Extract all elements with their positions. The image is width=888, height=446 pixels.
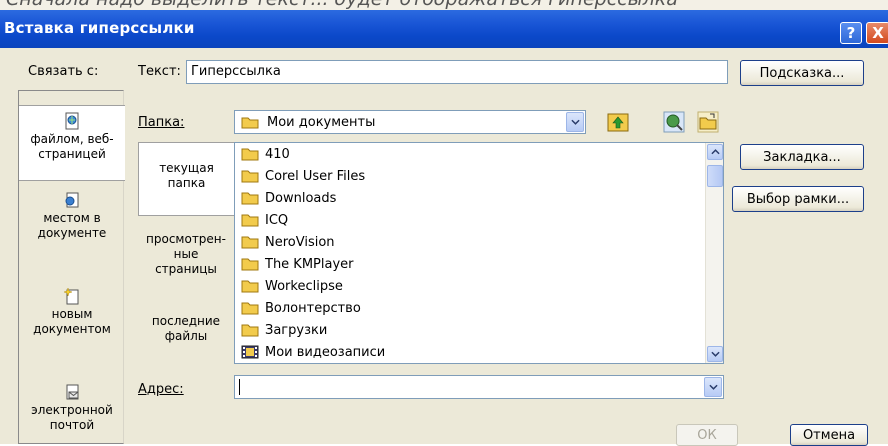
- file-name: NeroVision: [265, 234, 335, 250]
- link-to-place-in-document-label: местом в документе: [37, 211, 107, 240]
- folder-up-icon: [607, 113, 629, 132]
- tooltip-button[interactable]: Подсказка...: [740, 60, 864, 86]
- address-combo[interactable]: [234, 375, 724, 399]
- link-to-new-document-label: новым документом: [33, 307, 111, 336]
- email-icon: [66, 384, 79, 400]
- place-current-folder-label: текущая папка: [159, 161, 214, 190]
- folder-icon: [241, 148, 259, 161]
- chevron-down-icon: [708, 384, 718, 390]
- folder-icon: [241, 236, 259, 249]
- browse-web-icon: [663, 111, 685, 133]
- place-current-folder[interactable]: текущая папка: [138, 142, 234, 216]
- up-one-folder-button[interactable]: [606, 110, 630, 134]
- file-name: Corel User Files: [265, 168, 366, 184]
- folder-label: Папка:: [138, 115, 185, 130]
- folder-value: Мои документы: [267, 114, 376, 130]
- place-recent-files-label: последние файлы: [151, 314, 221, 343]
- open-folder-icon: [697, 111, 719, 133]
- bookmark-button[interactable]: Закладка...: [740, 144, 864, 170]
- place-browsed-pages[interactable]: просмотрен-ные страницы: [138, 232, 234, 292]
- file-name: Загрузки: [265, 322, 328, 338]
- scroll-up-button[interactable]: [707, 144, 723, 160]
- folder-combo[interactable]: Мои документы: [234, 110, 586, 134]
- places-bar: текущая папка просмотрен-ные страницы по…: [138, 142, 234, 360]
- ok-button[interactable]: ОК: [676, 424, 738, 446]
- list-item[interactable]: Волонтерство: [241, 297, 361, 319]
- link-to-email[interactable]: электронной почтой: [19, 383, 125, 443]
- text-field[interactable]: Гиперссылка: [186, 60, 728, 84]
- web-page-icon: [65, 112, 79, 130]
- folder-icon: [241, 214, 259, 227]
- text-label: Текст:: [138, 64, 181, 79]
- list-item[interactable]: Мои видеозаписи: [241, 341, 385, 363]
- ok-button-label: ОК: [697, 427, 717, 443]
- title-bar[interactable]: Вставка гиперссылки ? X: [0, 10, 888, 48]
- link-to-web-page-label: файлом, веб-страницей: [30, 132, 114, 161]
- link-to-web-page[interactable]: файлом, веб-страницей: [19, 105, 125, 181]
- target-frame-button-label: Выбор рамки...: [746, 191, 850, 207]
- file-name: Downloads: [265, 190, 337, 206]
- tooltip-button-label: Подсказка...: [759, 65, 845, 81]
- folder-icon: [241, 192, 259, 205]
- bookmark-button-label: Закладка...: [763, 149, 841, 165]
- address-dropdown-button[interactable]: [704, 377, 722, 397]
- background-caption-strip: Сначала надо выделить текст... будет ото…: [0, 0, 888, 10]
- cancel-button-label: Отмена: [802, 427, 856, 443]
- folder-icon: [241, 324, 259, 337]
- list-item[interactable]: The KMPlayer: [241, 253, 354, 275]
- new-document-icon: [63, 287, 79, 305]
- link-to-new-document[interactable]: новым документом: [19, 287, 125, 347]
- list-item[interactable]: ICQ: [241, 209, 288, 231]
- folder-icon: [241, 280, 259, 293]
- close-button[interactable]: X: [866, 22, 888, 44]
- place-browsed-pages-label: просмотрен-ные страницы: [146, 232, 226, 276]
- list-item[interactable]: NeroVision: [241, 231, 335, 253]
- file-name: Волонтерство: [265, 300, 361, 316]
- link-to-email-label: электронной почтой: [31, 403, 113, 432]
- file-name: ICQ: [265, 212, 289, 228]
- target-frame-button[interactable]: Выбор рамки...: [732, 186, 864, 212]
- file-name: Мои видеозаписи: [265, 344, 386, 360]
- link-to-bar: файлом, веб-страницей местом в документе…: [18, 90, 125, 444]
- folder-icon: [241, 117, 259, 129]
- address-value: [239, 379, 240, 395]
- list-item[interactable]: Workeclipse: [241, 275, 343, 297]
- chevron-up-icon: [710, 149, 720, 155]
- browse-file-button[interactable]: [696, 110, 720, 134]
- window-title: Вставка гиперссылки: [4, 19, 195, 37]
- file-name: The KMPlayer: [265, 256, 354, 272]
- scroll-down-button[interactable]: [707, 346, 723, 362]
- video-folder-icon: [241, 345, 259, 359]
- chevron-down-icon: [570, 119, 580, 125]
- link-to-label: Связать с:: [28, 64, 99, 79]
- chevron-down-icon: [710, 351, 720, 357]
- place-recent-files[interactable]: последние файлы: [138, 314, 234, 360]
- list-item[interactable]: 410: [241, 143, 290, 165]
- file-list[interactable]: 410 Corel User Files Downloads ICQ NeroV…: [234, 142, 724, 364]
- help-icon: ?: [846, 24, 856, 42]
- link-to-place-in-document[interactable]: местом в документе: [19, 191, 125, 251]
- close-icon: X: [872, 24, 884, 42]
- folder-dropdown-button[interactable]: [566, 112, 584, 132]
- list-item[interactable]: Загрузки: [241, 319, 327, 341]
- file-name: Workeclipse: [265, 278, 343, 294]
- folder-icon: [241, 302, 259, 315]
- cancel-button[interactable]: Отмена: [790, 424, 868, 446]
- list-item[interactable]: Downloads: [241, 187, 336, 209]
- file-name: 410: [265, 146, 290, 162]
- folder-icon: [241, 258, 259, 271]
- list-item[interactable]: Corel User Files: [241, 165, 365, 187]
- help-button[interactable]: ?: [840, 22, 862, 44]
- address-label: Адрес:: [138, 382, 184, 397]
- background-caption: Сначала надо выделить текст... будет ото…: [6, 0, 678, 10]
- place-in-document-icon: [65, 192, 79, 208]
- folder-icon: [241, 170, 259, 183]
- scroll-thumb[interactable]: [707, 165, 723, 187]
- browse-web-button[interactable]: [662, 110, 686, 134]
- file-list-scrollbar[interactable]: [705, 143, 723, 363]
